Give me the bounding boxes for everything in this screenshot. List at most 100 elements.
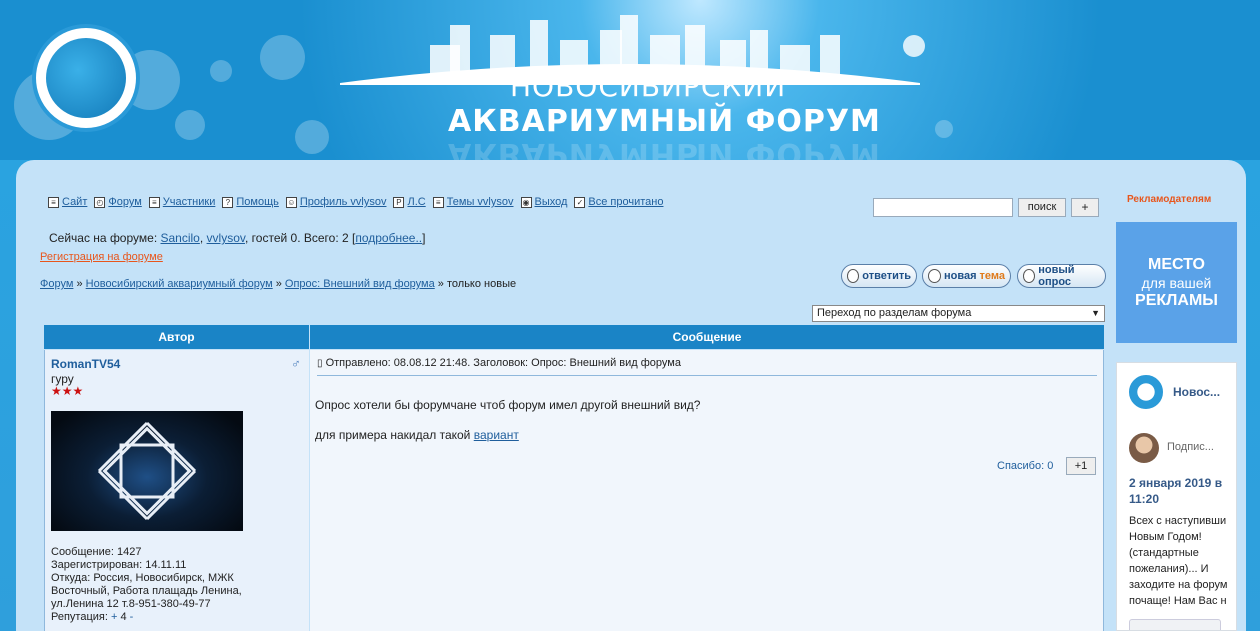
thanks-counter: Спасибо: 0 xyxy=(997,460,1054,472)
ad-placeholder-banner[interactable]: МЕСТО для вашей РЕКЛАМЫ xyxy=(1116,222,1237,343)
chevron-down-icon: ▼ xyxy=(1091,308,1100,318)
social-feed-widget: Новос... Подпис... 2 января 2019 в 11:20… xyxy=(1116,362,1237,631)
nav-help-label[interactable]: Помощь xyxy=(236,196,279,208)
plus-one-button[interactable]: +1 xyxy=(1066,457,1096,475)
author-registered: Зарегистрирован: 14.11.11 xyxy=(51,559,187,571)
nav-topics[interactable]: ≡ Темы vvlysov xyxy=(432,196,514,208)
reputation-label: Репутация: xyxy=(51,611,108,623)
post-body-text: Опрос хотели бы форумчане чтоб форум име… xyxy=(315,398,701,412)
reply-label: ответить xyxy=(862,270,911,282)
subscribe-button[interactable]: Подпис... xyxy=(1167,441,1214,453)
search-button[interactable]: поиск xyxy=(1018,198,1066,217)
decor-bubble xyxy=(210,60,232,82)
members-icon: ≡ xyxy=(148,196,160,208)
breadcrumb-topic[interactable]: Опрос: Внешний вид форума xyxy=(285,278,435,290)
reputation-plus-button[interactable]: + xyxy=(111,611,117,623)
author-reputation: Репутация: + 4 - xyxy=(51,611,306,624)
nav-members-label[interactable]: Участники xyxy=(163,196,216,208)
site-header: НОВОСИБИРСКИЙ АКВАРИУМНЫЙ ФОРУМ АКВАРИУМ… xyxy=(0,0,1260,160)
online-separator: , xyxy=(199,231,204,245)
new-topic-button[interactable]: новая тема xyxy=(922,264,1011,288)
post-body-text-part: для примера накидал такой xyxy=(315,428,471,442)
feed-text-line: (стандартные xyxy=(1129,547,1199,559)
nav-profile-label[interactable]: Профиль vvlysov xyxy=(300,196,387,208)
post-message-cell: ▯ Отправлено: 08.08.12 21:48. Заголовок:… xyxy=(310,350,1104,631)
help-icon: ? xyxy=(222,196,234,208)
advanced-search-button[interactable]: + xyxy=(1071,198,1099,217)
reply-icon xyxy=(847,269,860,283)
feed-action-button[interactable] xyxy=(1129,619,1221,630)
author-location: Восточный, Работа плащадь Ленина, xyxy=(51,585,242,597)
author-name-link[interactable]: RomanTV54 xyxy=(51,357,120,371)
fish-plant-logo-icon xyxy=(46,38,126,118)
male-gender-icon: ♂ xyxy=(291,356,301,371)
breadcrumb-sep: » xyxy=(434,278,447,290)
nav-pm-label[interactable]: Л.С xyxy=(407,196,425,208)
nav-logout-label[interactable]: Выход xyxy=(535,196,568,208)
nav-pm[interactable]: P Л.С xyxy=(393,196,426,208)
author-post-count: Сообщение: 1427 xyxy=(51,546,142,558)
feed-text-line: пожелания)... И xyxy=(1129,563,1209,575)
post-variant-link[interactable]: вариант xyxy=(474,428,519,442)
feed-post-text: Всех с наступивши Новым Годом! (стандарт… xyxy=(1129,513,1236,609)
search-input[interactable] xyxy=(873,198,1013,217)
page-avatar[interactable] xyxy=(1129,375,1163,409)
nav-mark-read-label[interactable]: Все прочитано xyxy=(588,196,663,208)
online-user-link[interactable]: Sancilo xyxy=(161,231,200,245)
reputation-value: 4 xyxy=(120,611,127,623)
nav-members[interactable]: ≡ Участники xyxy=(148,196,216,208)
online-user-link[interactable]: vvlysov xyxy=(207,231,245,245)
logout-icon: ◉ xyxy=(520,196,532,208)
avatar xyxy=(51,411,243,531)
author-details: Сообщение: 1427 Зарегистрирован: 14.11.1… xyxy=(51,546,306,624)
breadcrumb-forum[interactable]: Форум xyxy=(40,278,73,290)
online-suffix: , гостей 0. Всего: 2 [ xyxy=(245,231,356,245)
breadcrumb-sep: » xyxy=(73,278,86,290)
nav-logout[interactable]: ◉ Выход xyxy=(520,196,568,208)
feed-text-line: Новым Годом! xyxy=(1129,531,1202,543)
online-users: Сейчас на форуме: Sancilo, vvlysov, гост… xyxy=(49,231,425,245)
nav-help[interactable]: ? Помощь xyxy=(222,196,279,208)
advertisers-link[interactable]: Рекламодателям xyxy=(1127,194,1211,205)
author-location: ул.Ленина 12 т.8-951-380-49-77 xyxy=(51,598,211,610)
forum-icon: ◴ xyxy=(94,196,106,208)
breadcrumb-section[interactable]: Новосибирский аквариумный форум xyxy=(86,278,273,290)
nav-site-label[interactable]: Сайт xyxy=(62,196,87,208)
forum-logo[interactable] xyxy=(32,24,140,132)
new-poll-button[interactable]: новый опрос xyxy=(1017,264,1106,288)
nav-site[interactable]: ≡ Сайт xyxy=(48,196,87,208)
nav-topics-label[interactable]: Темы vvlysov xyxy=(447,196,514,208)
forum-jump-value: Переход по разделам форума xyxy=(817,307,972,319)
decor-bubble xyxy=(295,120,329,154)
profile-icon: ☺ xyxy=(285,196,297,208)
reputation-minus-button[interactable]: - xyxy=(130,611,134,623)
online-more-link[interactable]: подробнее.. xyxy=(355,231,422,245)
site-title-reflection: АКВАРИУМНЫЙ ФОРУМ xyxy=(448,136,881,160)
post-author-cell: RomanTV54 ♂ гуру ★★★ Сообщение: 1427 Зар… xyxy=(44,350,309,631)
checkmark-icon: ✓ xyxy=(574,196,586,208)
decor-bubble xyxy=(935,120,953,138)
decor-bubble xyxy=(175,110,205,140)
site-title-line2: АКВАРИУМНЫЙ ФОРУМ xyxy=(448,104,881,139)
page-name-link[interactable]: Новос... xyxy=(1173,385,1220,399)
nav-profile[interactable]: ☺ Профиль vvlysov xyxy=(285,196,387,208)
ad-line: для вашей xyxy=(1141,275,1212,291)
avatar xyxy=(1129,433,1159,463)
new-topic-label-accent: тема xyxy=(979,270,1005,282)
forum-jump-select[interactable]: Переход по разделам форума ▼ xyxy=(812,305,1105,322)
site-icon: ≡ xyxy=(48,196,59,208)
author-location: Откуда: Россия, Новосибирск, МЖК xyxy=(51,572,234,584)
reply-button[interactable]: ответить xyxy=(841,264,917,288)
nav-forum-label[interactable]: Форум xyxy=(108,196,141,208)
nav-forum[interactable]: ◴ Форум xyxy=(94,196,142,208)
post-header: ▯ Отправлено: 08.08.12 21:48. Заголовок:… xyxy=(317,357,1097,376)
column-header-author: Автор xyxy=(44,325,309,349)
register-link[interactable]: Регистрация на форуме xyxy=(40,251,163,263)
feed-text-line: почаще! Нам Вас н xyxy=(1129,595,1227,607)
nav-mark-read[interactable]: ✓ Все прочитано xyxy=(574,196,663,208)
ad-line: МЕСТО xyxy=(1148,256,1205,273)
site-title-line1: НОВОСИБИРСКИЙ xyxy=(510,70,787,103)
new-topic-label: новая xyxy=(943,270,977,282)
post-date-link[interactable]: 2 января 2019 в 11:20 xyxy=(1129,475,1229,507)
column-header-message: Сообщение xyxy=(310,325,1104,349)
